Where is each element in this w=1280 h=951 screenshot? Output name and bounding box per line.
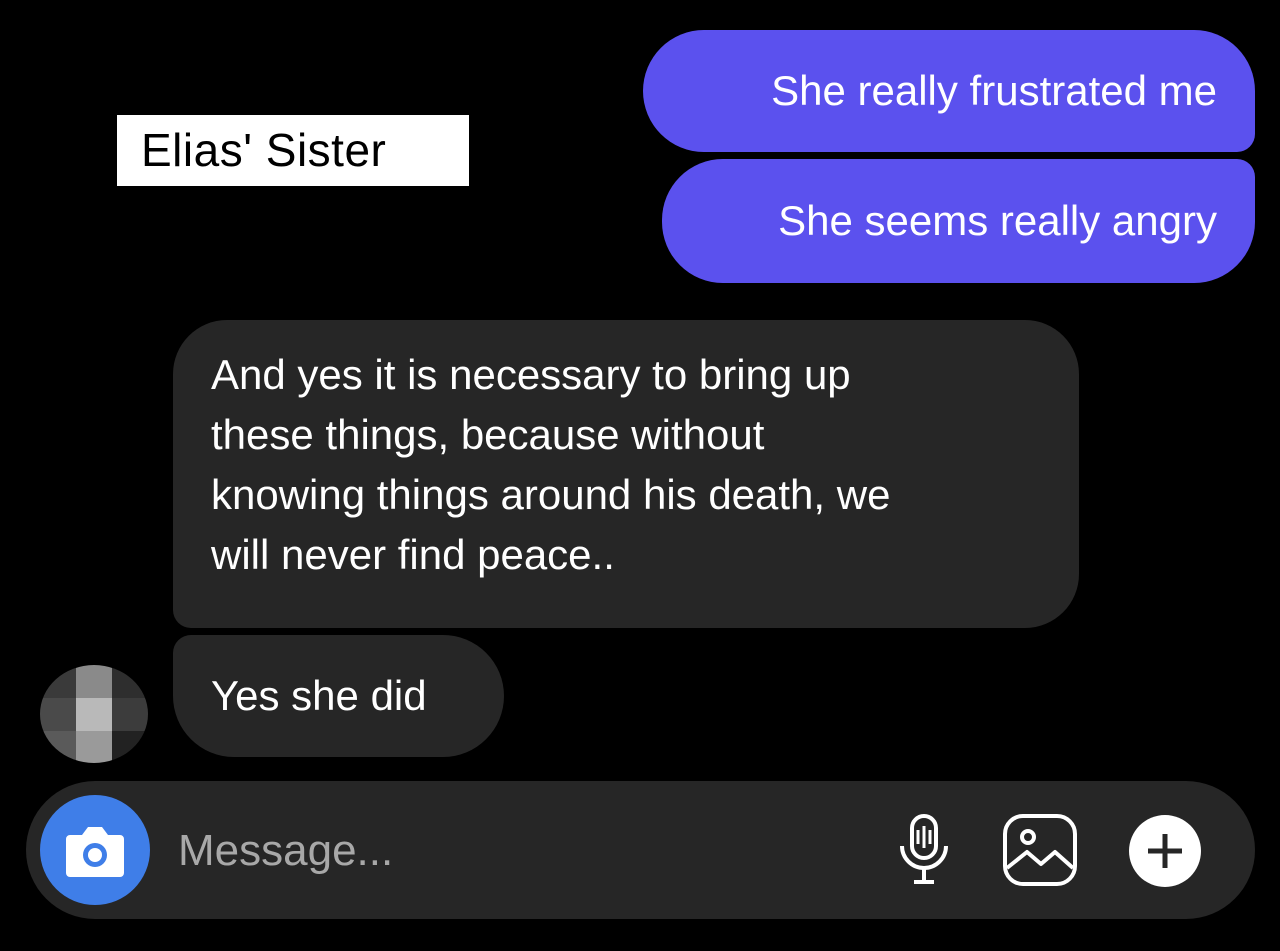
message-line: knowing things around his death, we (211, 471, 891, 518)
received-message-bubble[interactable]: Yes she did (173, 635, 504, 757)
message-line: And yes it is necessary to bring up (211, 351, 851, 398)
message-line: these things, because without (211, 411, 765, 458)
received-message-bubble[interactable]: And yes it is necessary to bring up thes… (173, 320, 1079, 628)
message-line: will never find peace.. (211, 531, 615, 578)
message-composer (26, 781, 1255, 919)
camera-button[interactable] (40, 795, 150, 905)
sender-avatar[interactable] (40, 665, 148, 763)
sent-message-bubble[interactable]: She seems really angry (662, 159, 1255, 283)
sent-message-bubble[interactable]: She really frustrated me (643, 30, 1255, 152)
camera-icon (66, 827, 124, 877)
microphone-icon[interactable] (894, 812, 954, 888)
plus-icon[interactable] (1126, 812, 1204, 890)
gallery-icon[interactable] (1001, 812, 1079, 888)
message-input[interactable] (176, 815, 700, 887)
contact-name-label: Elias' Sister (117, 115, 469, 186)
